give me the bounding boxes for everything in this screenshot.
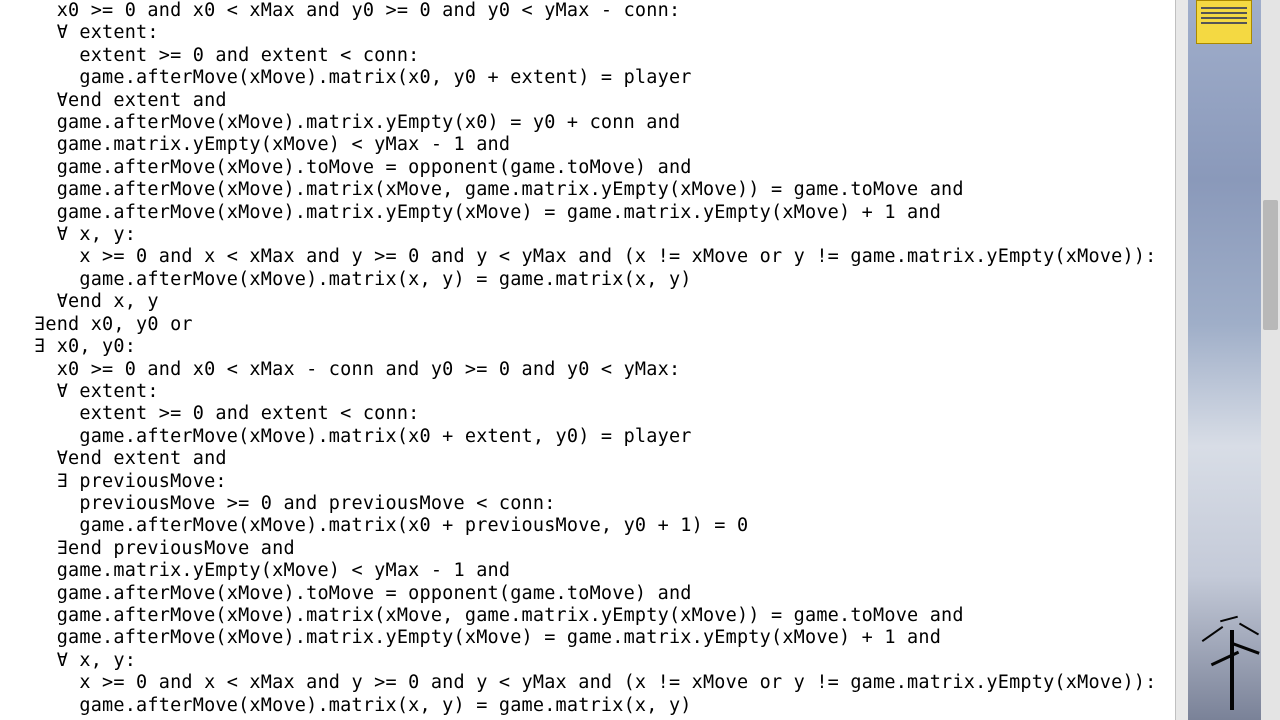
editor-pane: x0 >= 0 and x0 < xMax and y0 >= 0 and y0… — [0, 0, 1175, 720]
scrollbar-thumb[interactable] — [1263, 200, 1278, 330]
code-content[interactable]: x0 >= 0 and x0 < xMax and y0 >= 0 and y0… — [0, 0, 1175, 717]
desktop-folder-icon[interactable] — [1196, 0, 1252, 44]
window-vertical-scrollbar[interactable] — [1261, 0, 1280, 720]
editor-vertical-scrollbar[interactable] — [1175, 0, 1188, 720]
